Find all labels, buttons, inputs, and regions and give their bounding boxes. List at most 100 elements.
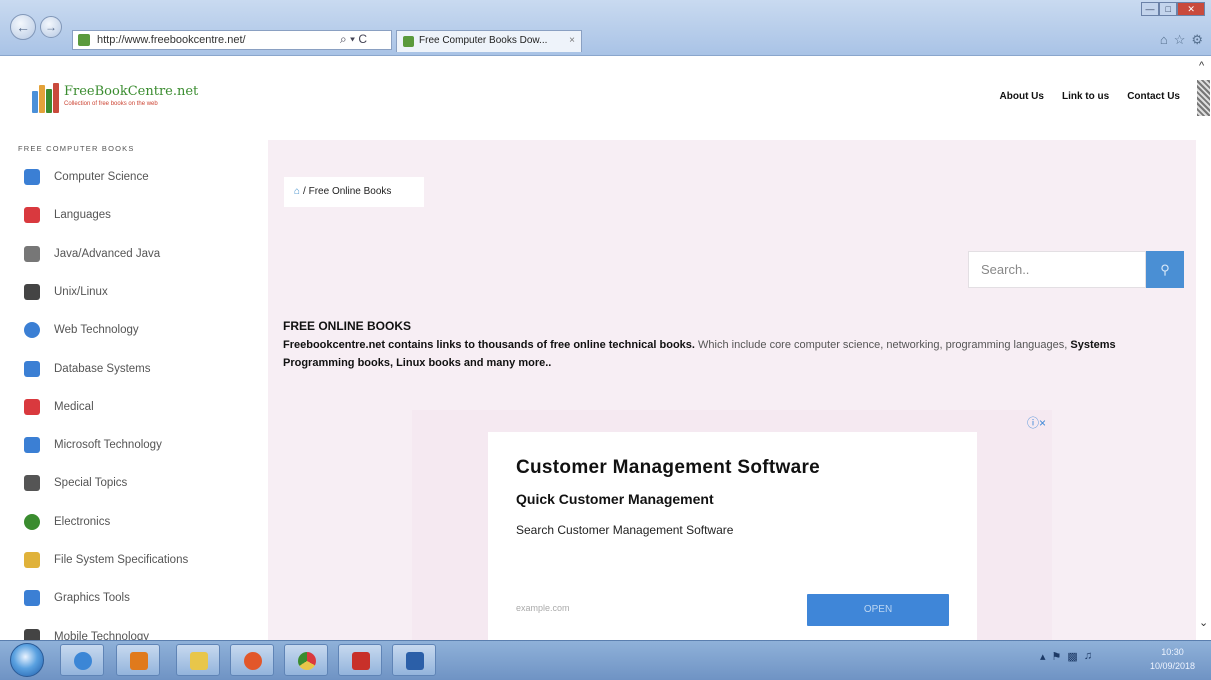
word-icon bbox=[406, 652, 424, 670]
search-icon: ⚲ bbox=[1160, 262, 1170, 277]
sidebar-item-web-technology[interactable]: Web Technology bbox=[24, 319, 139, 341]
scroll-up-icon[interactable]: ^ bbox=[1199, 60, 1204, 72]
nav-contact-us[interactable]: Contact Us bbox=[1127, 91, 1180, 102]
settings-gear-icon[interactable]: ⚙ bbox=[1191, 32, 1203, 48]
top-navigation: About Us Link to us Contact Us bbox=[1000, 91, 1180, 102]
code-icon bbox=[24, 207, 40, 224]
minimize-button[interactable]: — bbox=[1141, 2, 1160, 16]
sidebar-item-database-systems[interactable]: Database Systems bbox=[24, 358, 151, 380]
ad-choices-close-icon[interactable]: ⓘ× bbox=[1027, 414, 1046, 431]
sidebar-item-file-system-specifications[interactable]: File System Specifications bbox=[24, 549, 188, 571]
home-icon[interactable]: ⌂ bbox=[1160, 32, 1168, 48]
clock-time: 10:30 bbox=[1161, 647, 1184, 657]
ad-open-button[interactable]: OPEN bbox=[807, 594, 949, 626]
sidebar-item-label: Graphics Tools bbox=[54, 592, 130, 605]
ad-domain: example.com bbox=[516, 603, 570, 613]
sidebar-item-label: Unix/Linux bbox=[54, 285, 108, 298]
sidebar-item-languages[interactable]: Languages bbox=[24, 204, 111, 226]
sidebar-item-label: Electronics bbox=[54, 515, 111, 528]
taskbar-firefox-button[interactable] bbox=[230, 644, 274, 676]
breadcrumb: ⌂ / Free Online Books bbox=[284, 177, 424, 207]
internet-explorer-icon bbox=[74, 652, 92, 670]
ad-subtitle: Quick Customer Management bbox=[516, 491, 714, 507]
linux-penguin-icon bbox=[24, 283, 40, 300]
sidebar-item-medical[interactable]: Medical bbox=[24, 396, 94, 418]
browser-tab[interactable]: Free Computer Books Dow... × bbox=[396, 30, 582, 52]
tray-up-arrow-icon[interactable]: ▴ bbox=[1040, 650, 1046, 663]
tray-flag-icon[interactable]: ⚑ bbox=[1052, 650, 1062, 663]
books-logo-icon bbox=[30, 81, 62, 113]
sidebar-item-label: File System Specifications bbox=[54, 554, 189, 566]
sidebar-item-label: Medical bbox=[54, 400, 94, 413]
sidebar-item-electronics[interactable]: Electronics bbox=[24, 511, 110, 533]
site-logo[interactable]: FreeBookCentre.net Collection of free bo… bbox=[30, 81, 198, 115]
nav-link-to-us[interactable]: Link to us bbox=[1062, 91, 1109, 102]
page-heading: FREE ONLINE BOOKS bbox=[283, 319, 412, 333]
folder-icon bbox=[190, 652, 208, 670]
maximize-button[interactable]: □ bbox=[1159, 2, 1178, 16]
ad-title[interactable]: Customer Management Software bbox=[516, 457, 820, 479]
sidebar-item-label: Java/Advanced Java bbox=[54, 247, 161, 260]
sidebar-item-label: Web Technology bbox=[54, 324, 139, 337]
search-button[interactable]: ⚲ bbox=[1146, 251, 1184, 288]
sidebar-item-graphics-tools[interactable]: Graphics Tools bbox=[24, 587, 130, 609]
ad-description: Search Customer Management Software bbox=[516, 523, 734, 537]
site-header: FreeBookCentre.net Collection of free bo… bbox=[0, 56, 1196, 140]
magic-wand-icon bbox=[24, 475, 40, 492]
scrollbar-thumb[interactable] bbox=[1197, 80, 1210, 116]
home-icon[interactable]: ⌂ bbox=[294, 186, 300, 197]
taskbar-chrome-button[interactable] bbox=[284, 644, 328, 676]
logo-text: FreeBookCentre.net bbox=[64, 84, 199, 99]
system-tray: ▴ ⚑ ▩ ♫ bbox=[1040, 650, 1092, 663]
taskbar-word-button[interactable] bbox=[392, 644, 436, 676]
forward-button[interactable]: → bbox=[40, 16, 62, 38]
firefox-icon bbox=[244, 652, 262, 670]
taskbar-explorer-button[interactable] bbox=[176, 644, 220, 676]
page-scrollbar[interactable] bbox=[1196, 56, 1211, 640]
sidebar-item-label: Computer Science bbox=[54, 171, 149, 183]
site-favicon-icon bbox=[78, 34, 90, 46]
logo-tagline: Collection of free books on the web bbox=[64, 101, 158, 107]
window-controls: — □ ✕ bbox=[1141, 2, 1205, 16]
heart-icon bbox=[24, 398, 40, 415]
intro-text-bold: Freebookcentre.net contains links to tho… bbox=[283, 339, 695, 351]
clock-date: 10/09/2018 bbox=[1150, 661, 1196, 671]
sidebar-item-label: Languages bbox=[54, 209, 111, 222]
start-button[interactable] bbox=[10, 643, 44, 677]
tab-close-icon[interactable]: × bbox=[569, 31, 575, 51]
sidebar-item-microsoft-technology[interactable]: Microsoft Technology bbox=[24, 434, 162, 456]
monitor-icon bbox=[24, 169, 40, 185]
url-text: http://www.freebookcentre.net/ bbox=[97, 34, 246, 46]
sidebar-item-unix-linux[interactable]: Unix/Linux bbox=[24, 281, 108, 303]
taskbar-pdf-button[interactable] bbox=[338, 644, 382, 676]
taskbar-clock[interactable]: 10:30 10/09/2018 bbox=[1150, 645, 1195, 673]
sidebar-item-java-advanced-java[interactable]: Java/Advanced Java bbox=[24, 243, 160, 265]
globe-icon bbox=[24, 322, 40, 339]
favorites-star-icon[interactable]: ☆ bbox=[1174, 32, 1186, 48]
back-button[interactable]: ← bbox=[10, 14, 36, 40]
sidebar-item-label: Special Topics bbox=[54, 477, 128, 490]
nav-about-us[interactable]: About Us bbox=[1000, 91, 1044, 102]
tab-title: Free Computer Books Dow... bbox=[419, 35, 548, 46]
tray-network-icon[interactable]: ▩ bbox=[1067, 650, 1077, 663]
window-close-button[interactable]: ✕ bbox=[1177, 2, 1205, 16]
search-input[interactable]: Search.. bbox=[968, 251, 1146, 288]
address-search-refresh-icons[interactable]: ⌕ ▾ C bbox=[340, 30, 367, 48]
media-player-icon bbox=[130, 652, 148, 670]
pen-icon bbox=[24, 590, 40, 607]
chip-icon bbox=[24, 513, 40, 530]
breadcrumb-current: Free Online Books bbox=[308, 186, 392, 197]
sidebar-item-computer-science[interactable]: Computer Science bbox=[24, 166, 149, 188]
windows-icon bbox=[24, 437, 40, 454]
folder-icon bbox=[24, 552, 40, 568]
scroll-down-icon[interactable]: ⌄ bbox=[1199, 616, 1208, 629]
taskbar-ie-button[interactable] bbox=[60, 644, 104, 676]
tray-volume-icon[interactable]: ♫ bbox=[1084, 650, 1092, 663]
taskbar-media-button[interactable] bbox=[116, 644, 160, 676]
pdf-reader-icon bbox=[352, 652, 370, 670]
tab-favicon-icon bbox=[403, 36, 414, 47]
sidebar-item-label: Database Systems bbox=[54, 362, 151, 375]
intro-paragraph: Freebookcentre.net contains links to tho… bbox=[283, 336, 1163, 372]
chrome-icon bbox=[298, 652, 316, 670]
sidebar-item-special-topics[interactable]: Special Topics bbox=[24, 472, 127, 494]
